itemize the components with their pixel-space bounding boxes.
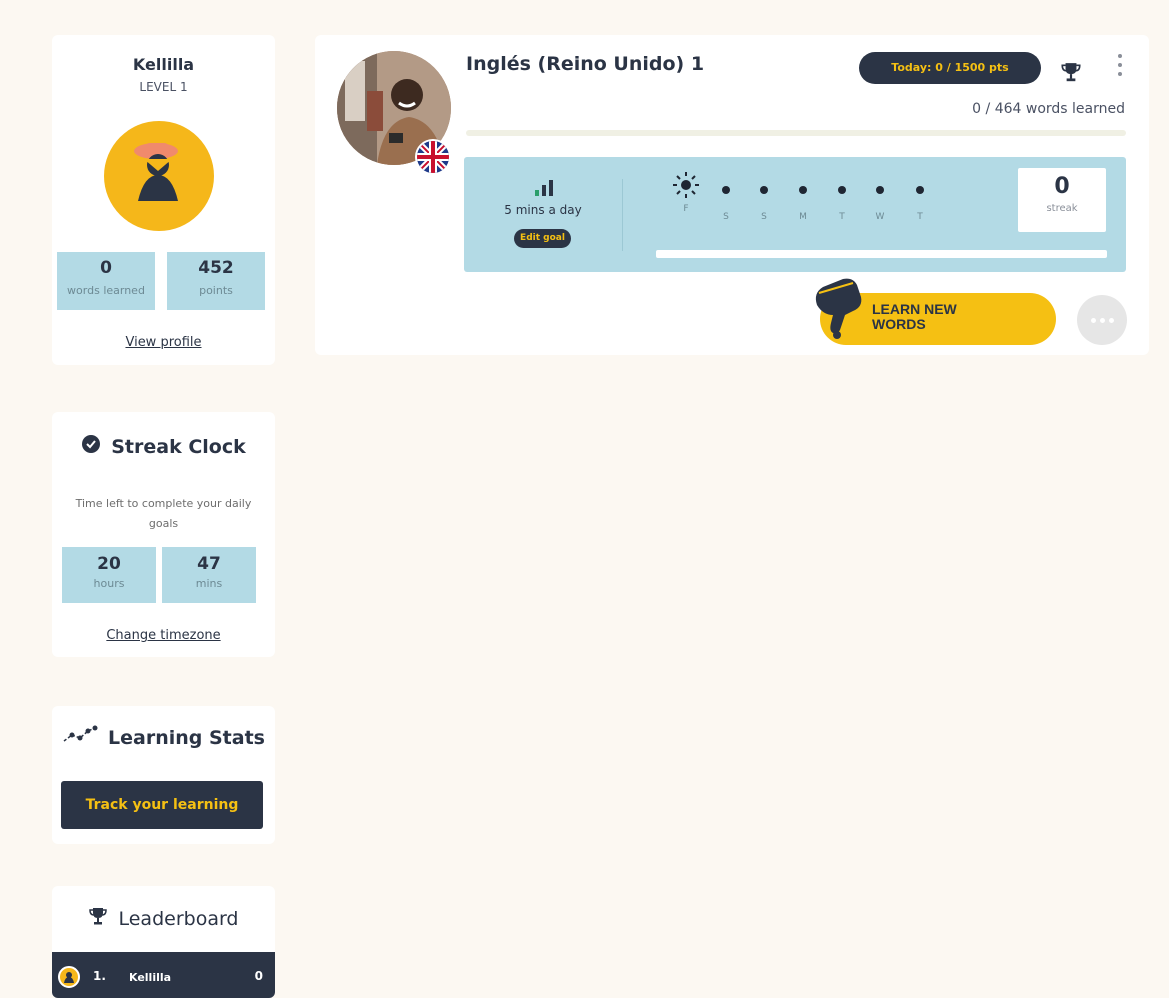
day-wednesday: W xyxy=(865,174,895,222)
goal-summary: 5 mins a day Edit goal xyxy=(464,157,622,272)
course-words-learned: 0 / 464 words learned xyxy=(972,101,1125,117)
day-letter: S xyxy=(761,212,767,222)
day-letter: T xyxy=(917,212,923,222)
change-timezone-link[interactable]: Change timezone xyxy=(52,628,275,643)
streak-clock-title-row: Streak Clock xyxy=(52,434,275,459)
sun-icon xyxy=(671,172,701,198)
uk-flag-icon xyxy=(415,139,451,175)
leaderboard-title-row: Leaderboard xyxy=(52,906,275,931)
day-letter: M xyxy=(799,212,807,222)
day-letter: F xyxy=(683,204,689,214)
day-letter: S xyxy=(723,212,729,222)
hours-label: hours xyxy=(93,577,125,590)
day-dot xyxy=(760,186,768,194)
streak-clock-title: Streak Clock xyxy=(111,435,246,458)
mins-value: 47 xyxy=(197,554,221,574)
leaderboard-title: Leaderboard xyxy=(118,907,239,930)
streak-value: 0 xyxy=(1054,174,1070,199)
leaderboard-avatar xyxy=(58,966,80,988)
leaderboard-row[interactable]: 1. Kellilla 0 xyxy=(52,952,275,998)
goal-divider xyxy=(622,179,623,251)
streak-label: streak xyxy=(1046,203,1078,214)
hand-icon xyxy=(809,275,867,345)
profile-card: Kellilla LEVEL 1 0 words learned 452 poi… xyxy=(52,35,275,365)
course-title[interactable]: Inglés (Reino Unido) 1 xyxy=(466,53,704,75)
day-letter: W xyxy=(875,212,885,222)
more-options-button[interactable] xyxy=(1077,295,1127,345)
day-monday: M xyxy=(788,174,818,222)
course-progress-bar xyxy=(466,130,1126,136)
day-dot xyxy=(876,186,884,194)
day-sunday: S xyxy=(749,174,779,222)
points-stat: 452 points xyxy=(167,252,265,310)
hours-box: 20 hours xyxy=(62,547,156,603)
avatar[interactable] xyxy=(104,121,214,231)
day-letter: T xyxy=(839,212,845,222)
day-dot xyxy=(799,186,807,194)
view-profile-link[interactable]: View profile xyxy=(52,335,275,350)
day-tuesday: T xyxy=(827,174,857,222)
leaderboard-rank: 1. xyxy=(93,969,106,983)
points-value: 452 xyxy=(198,258,234,278)
learn-new-words-label: LEARN NEW WORDS xyxy=(872,301,957,332)
trophy-icon[interactable] xyxy=(1060,61,1082,85)
day-saturday: S xyxy=(711,174,741,222)
trophy-icon xyxy=(88,906,108,931)
goal-text: 5 mins a day xyxy=(504,203,582,217)
mins-box: 47 mins xyxy=(162,547,256,603)
mins-label: mins xyxy=(195,577,223,590)
edit-goal-button[interactable]: Edit goal xyxy=(514,229,571,248)
day-dot xyxy=(838,186,846,194)
check-badge-icon xyxy=(81,434,101,459)
learning-stats-title-row: Learning Stats xyxy=(52,725,275,750)
kebab-menu-icon[interactable] xyxy=(1113,54,1127,84)
learning-stats-title: Learning Stats xyxy=(108,726,265,749)
day-dot xyxy=(916,186,924,194)
streak-clock-description: Time left to complete your daily goals xyxy=(75,497,252,530)
learning-stats-card: Learning Stats Track your learning xyxy=(52,706,275,844)
day-dot xyxy=(722,186,730,194)
week-progress-bar xyxy=(656,250,1107,258)
bars-icon xyxy=(534,179,554,201)
hours-value: 20 xyxy=(97,554,121,574)
streak-box: 0 streak xyxy=(1018,168,1106,232)
leaderboard-score: 0 xyxy=(254,969,263,983)
leaderboard-card: Leaderboard 1. Kellilla 0 xyxy=(52,886,275,998)
course-card: Inglés (Reino Unido) 1 Today: 0 / 1500 p… xyxy=(315,35,1149,355)
today-points-badge: Today: 0 / 1500 pts xyxy=(859,52,1041,84)
words-learned-stat: 0 words learned xyxy=(57,252,155,310)
track-learning-button[interactable]: Track your learning xyxy=(61,781,263,829)
profile-level: LEVEL 1 xyxy=(139,80,188,94)
leaderboard-name: Kellilla xyxy=(129,971,172,984)
day-friday: F xyxy=(671,172,701,214)
daily-goal-panel: 5 mins a day Edit goal F S S M T W T 0 s… xyxy=(464,157,1126,272)
points-label: points xyxy=(199,284,233,297)
profile-username: Kellilla xyxy=(132,55,195,74)
stats-line-icon xyxy=(62,725,98,750)
day-thursday: T xyxy=(905,174,935,222)
streak-clock-card: Streak Clock Time left to complete your … xyxy=(52,412,275,657)
words-learned-label: words learned xyxy=(67,284,145,297)
words-learned-value: 0 xyxy=(100,258,112,278)
